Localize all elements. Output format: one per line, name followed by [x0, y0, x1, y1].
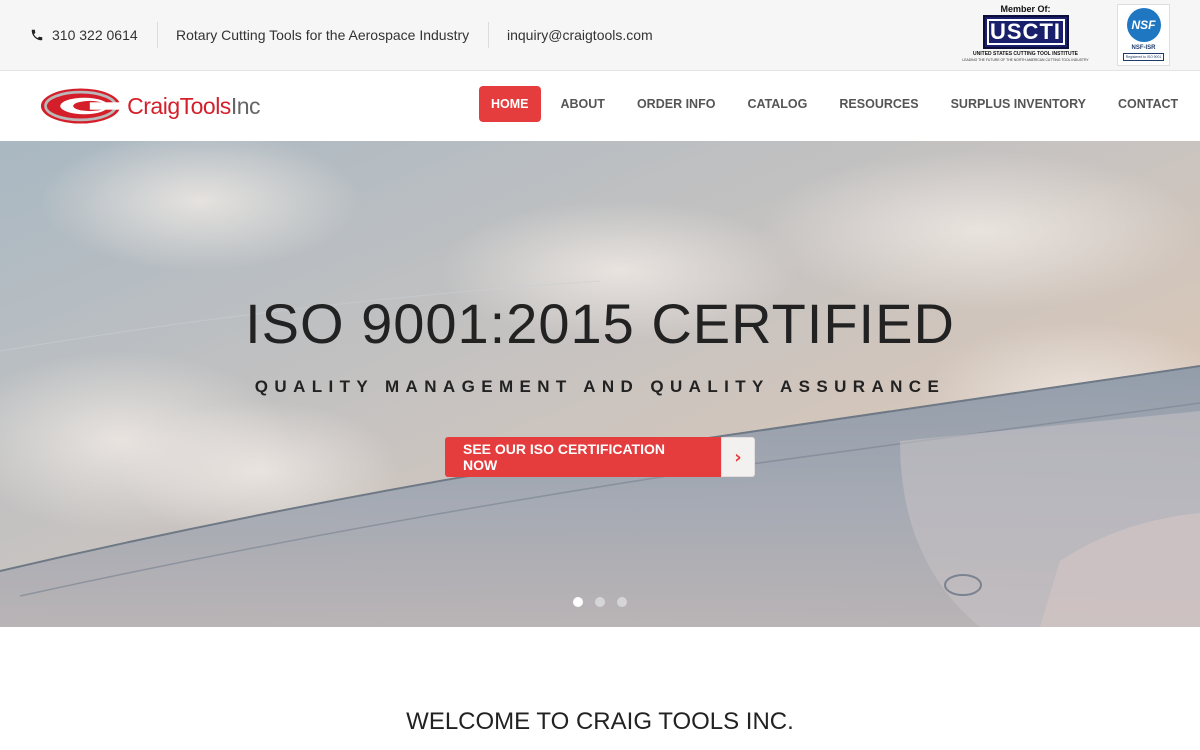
brand-name-suffix: Inc	[230, 92, 261, 119]
site-header: CraigToolsInc HOME ABOUT ORDER INFO CATA…	[0, 71, 1200, 141]
iso-certification-button[interactable]: SEE OUR ISO CERTIFICATION NOW ›	[445, 437, 755, 477]
chevron-right-icon[interactable]: ›	[721, 437, 755, 477]
nav-item-home[interactable]: HOME	[479, 86, 541, 122]
nsf-registered-label: Registered to ISO 9001	[1122, 53, 1165, 61]
top-bar: 310 322 0614 Rotary Cutting Tools for th…	[0, 0, 1200, 71]
nav-item-about[interactable]: ABOUT	[549, 86, 617, 122]
cta-label[interactable]: SEE OUR ISO CERTIFICATION NOW	[445, 437, 721, 477]
hero-subtitle: QUALITY MANAGEMENT AND QUALITY ASSURANCE	[254, 377, 946, 396]
hero-title: ISO 9001:2015 CERTIFIED	[245, 292, 955, 355]
nsf-label: NSF-ISR	[1131, 45, 1156, 51]
craig-tools-logo-mark	[40, 88, 122, 124]
phone-icon	[30, 28, 44, 42]
nsf-mark: NSF	[1126, 8, 1161, 42]
main-nav: HOME ABOUT ORDER INFO CATALOG RESOURCES …	[479, 86, 1190, 122]
hero-slider: ISO 9001:2015 CERTIFIED QUALITY MANAGEME…	[0, 141, 1200, 627]
nav-item-catalog[interactable]: CATALOG	[735, 86, 819, 122]
topbar-tagline: Rotary Cutting Tools for the Aerospace I…	[176, 27, 470, 43]
slide-dot-3[interactable]	[617, 597, 627, 607]
usscti-member-logo[interactable]: Member Of: USCTI UNITED STATES CUTTING T…	[962, 4, 1088, 66]
usscti-member-label: Member Of:	[1000, 4, 1051, 14]
brand-name: CraigToolsInc	[127, 93, 260, 120]
nav-item-contact[interactable]: CONTACT	[1106, 86, 1190, 122]
usscti-badge: USCTI	[982, 15, 1069, 49]
nav-item-resources[interactable]: RESOURCES	[827, 86, 930, 122]
brand-name-main: CraigTools	[127, 92, 231, 119]
slider-pagination	[573, 597, 639, 607]
email-link[interactable]: inquiry@craigtools.com	[488, 0, 653, 70]
usscti-subcaption: LEADING THE FUTURE OF THE NORTH AMERICAN…	[962, 58, 1089, 62]
usscti-caption: UNITED STATES CUTTING TOOL INSTITUTE	[973, 51, 1078, 57]
nav-item-surplus-inventory[interactable]: SURPLUS INVENTORY	[939, 86, 1098, 122]
phone-number: 310 322 0614	[52, 27, 138, 43]
slide-dot-2[interactable]	[595, 597, 605, 607]
usscti-acronym: USCTI	[986, 19, 1065, 45]
phone-contact[interactable]: 310 322 0614	[30, 0, 138, 70]
slide-dot-1[interactable]	[573, 597, 583, 607]
brand-logo[interactable]: CraigToolsInc	[40, 85, 261, 127]
nav-item-order-info[interactable]: ORDER INFO	[625, 86, 727, 122]
nsf-isr-logo[interactable]: NSF NSF-ISR Registered to ISO 9001	[1117, 4, 1170, 66]
welcome-heading: WELCOME TO CRAIG TOOLS INC.	[406, 708, 794, 735]
